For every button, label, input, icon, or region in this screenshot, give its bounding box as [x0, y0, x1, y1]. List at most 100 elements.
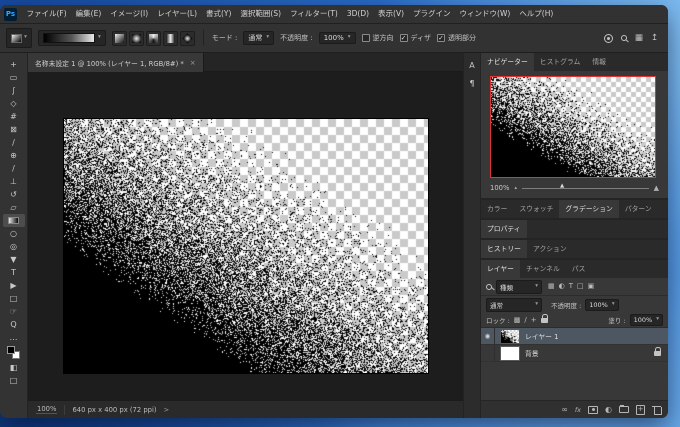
layers-opacity-select[interactable]: 100% ▾ [585, 299, 618, 311]
color-swatches[interactable] [3, 344, 25, 361]
pen-tool[interactable]: ▼ [3, 253, 25, 266]
panel-tab[interactable]: ナビゲーター [481, 53, 534, 71]
lock-position-icon[interactable]: + [531, 317, 537, 324]
tool-preset-button[interactable]: ▾ [6, 28, 32, 48]
filter-type-layers-icon[interactable]: T [569, 283, 573, 290]
add-layer-mask-icon[interactable] [588, 406, 598, 414]
transparency-checkbox[interactable]: ✓ 透明部分 [437, 33, 476, 43]
layer-row[interactable]: 背景 [481, 345, 668, 362]
search-icon[interactable] [621, 35, 627, 41]
account-icon[interactable] [604, 34, 613, 43]
lasso-tool[interactable]: ∫ [3, 84, 25, 97]
panel-tab[interactable]: ヒストリー [481, 240, 527, 258]
path-selection-tool[interactable]: ▶ [3, 279, 25, 292]
panel-tab[interactable]: アクション [527, 240, 573, 258]
linear-gradient-button[interactable] [112, 31, 127, 46]
menu-item[interactable]: フィルター(T) [286, 5, 343, 23]
zoom-slider-thumb[interactable]: ▲ [560, 184, 564, 190]
new-group-icon[interactable] [619, 406, 629, 413]
eye-icon[interactable]: ◉ [481, 328, 495, 344]
lock-image-pixels-icon[interactable]: / [524, 317, 526, 324]
canvas[interactable] [64, 119, 428, 373]
menu-item[interactable]: レイヤー(L) [153, 5, 202, 23]
foreground-color-swatch[interactable] [7, 346, 15, 354]
zoom-tool[interactable]: Q [3, 318, 25, 331]
layer-filter-select[interactable]: 種類 ▾ [496, 280, 542, 294]
workspace-switcher-icon[interactable]: ▦ [635, 33, 643, 43]
gradient-picker[interactable]: ▾ [38, 30, 106, 46]
type-tool[interactable]: T [3, 266, 25, 279]
mode-select[interactable]: 通常 ▾ [243, 31, 274, 45]
panel-tab[interactable]: パス [566, 260, 592, 278]
share-icon[interactable]: ↥ [651, 33, 658, 43]
zoom-out-icon[interactable]: ▴ [514, 186, 517, 191]
panel-tab[interactable]: ヒストグラム [534, 53, 587, 71]
edit-toolbar-button[interactable]: … [3, 331, 25, 344]
shape-tool[interactable]: □ [3, 292, 25, 305]
history-brush-tool[interactable]: ↺ [3, 188, 25, 201]
reverse-checkbox[interactable]: 逆方向 [362, 33, 394, 43]
blur-tool[interactable]: ○ [3, 227, 25, 240]
menu-item[interactable]: 選択範囲(S) [236, 5, 286, 23]
crop-tool[interactable]: # [3, 110, 25, 123]
document-tab[interactable]: 名称未設定 1 @ 100% (レイヤー 1, RGB/8#) * × [28, 53, 204, 72]
close-icon[interactable]: × [190, 59, 196, 67]
menu-item[interactable]: ウィンドウ(W) [455, 5, 515, 23]
zoom-in-icon[interactable]: ▲ [654, 185, 659, 192]
eraser-tool[interactable]: ▱ [3, 201, 25, 214]
status-chevron-icon[interactable]: > [164, 406, 170, 414]
filter-smart-objects-icon[interactable]: ▣ [588, 283, 595, 290]
character-panel-icon[interactable]: A [469, 61, 474, 70]
zoom-level-field[interactable]: 100% [36, 405, 57, 414]
panel-tab[interactable]: グラデーション [559, 200, 618, 218]
gradient-tool[interactable] [3, 214, 25, 227]
radial-gradient-button[interactable] [129, 31, 144, 46]
paragraph-panel-icon[interactable]: ¶ [469, 79, 474, 88]
visibility-toggle[interactable] [481, 345, 495, 361]
reflected-gradient-button[interactable] [163, 31, 178, 46]
diamond-gradient-button[interactable] [180, 31, 195, 46]
menu-item[interactable]: ヘルプ(H) [515, 5, 558, 23]
marquee-tool[interactable]: ▭ [3, 71, 25, 84]
new-layer-icon[interactable]: + [636, 405, 645, 415]
dodge-tool[interactable]: ◎ [3, 240, 25, 253]
menu-item[interactable]: イメージ(I) [106, 5, 153, 23]
fill-select[interactable]: 100% ▾ [630, 314, 663, 326]
move-tool[interactable]: + [3, 58, 25, 71]
blend-mode-select[interactable]: 通常 ▾ [486, 298, 542, 312]
layer-row[interactable]: ◉レイヤー 1 [481, 328, 668, 345]
clone-stamp-tool[interactable]: ⊥ [3, 175, 25, 188]
link-layers-icon[interactable]: ∞ [561, 406, 568, 414]
filter-shape-layers-icon[interactable]: □ [577, 283, 584, 290]
menu-item[interactable]: プラグイン [409, 5, 456, 23]
menu-item[interactable]: 編集(E) [71, 5, 106, 23]
navigator-proxy-view[interactable] [490, 76, 656, 178]
eyedropper-tool[interactable]: ∕ [3, 136, 25, 149]
layer-effects-icon[interactable]: fx [575, 406, 581, 414]
dither-checkbox[interactable]: ✓ ディザ [400, 33, 432, 43]
object-selection-tool[interactable]: ◇ [3, 97, 25, 110]
lock-all-icon[interactable] [541, 318, 548, 323]
menu-item[interactable]: 3D(D) [342, 5, 373, 23]
delete-layer-icon[interactable] [652, 405, 661, 415]
layer-thumbnail[interactable] [500, 346, 520, 361]
zoom-slider[interactable]: ▲ [522, 188, 649, 189]
panel-tab[interactable]: レイヤー [481, 260, 520, 278]
frame-tool[interactable]: ⊠ [3, 123, 25, 136]
brush-tool[interactable]: / [3, 162, 25, 175]
layer-thumbnail[interactable] [500, 329, 520, 344]
healing-brush-tool[interactable]: ⊕ [3, 149, 25, 162]
hand-tool[interactable]: ☞ [3, 305, 25, 318]
panel-tab[interactable]: 情報 [586, 53, 612, 71]
menu-item[interactable]: ファイル(F) [22, 5, 71, 23]
menu-item[interactable]: 書式(Y) [202, 5, 236, 23]
panel-tab[interactable]: チャンネル [520, 260, 566, 278]
quick-mask-button[interactable]: ◧ [3, 361, 25, 374]
new-adjustment-layer-icon[interactable]: ◐ [605, 406, 612, 414]
panel-tab[interactable]: スウォッチ [513, 200, 559, 218]
lock-transparent-pixels-icon[interactable]: ▩ [514, 317, 521, 324]
panel-tab[interactable]: プロパティ [481, 220, 527, 238]
panel-tab[interactable]: パターン [619, 200, 658, 218]
menu-item[interactable]: 表示(V) [374, 5, 409, 23]
opacity-select[interactable]: 100% ▾ [319, 32, 356, 44]
